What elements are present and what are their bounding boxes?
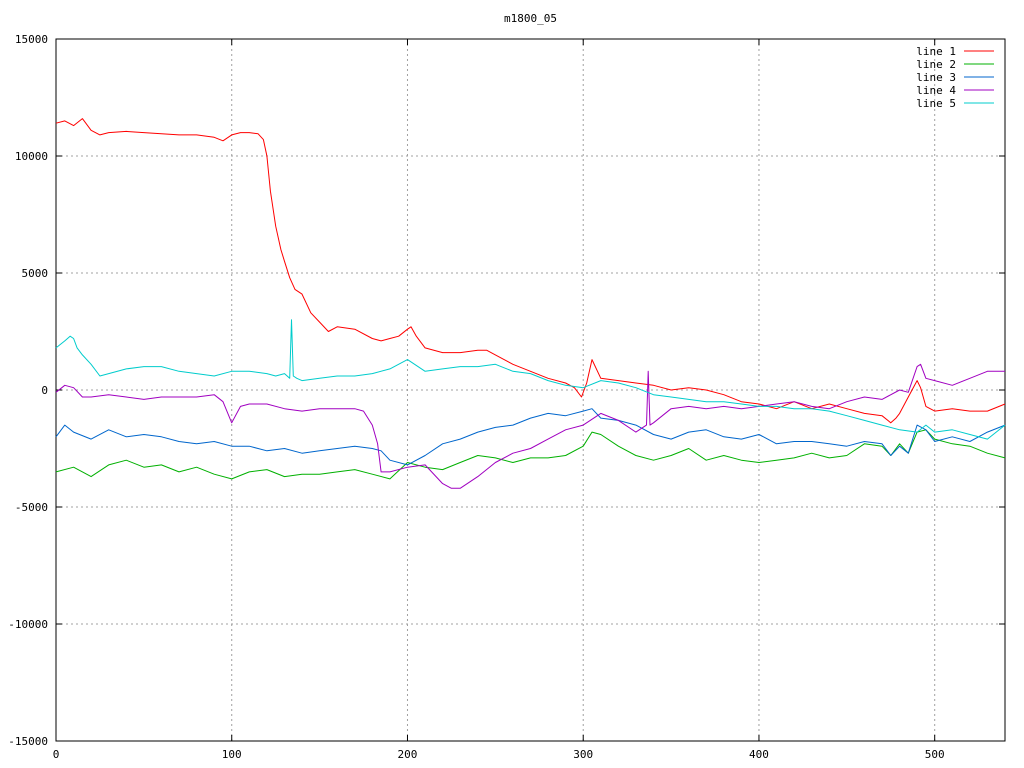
x-tick-label: 500: [925, 748, 945, 761]
legend-label-5: line 5: [916, 97, 956, 110]
x-tick-label: 200: [398, 748, 418, 761]
y-tick-label: -5000: [15, 501, 48, 514]
y-tick-label: -15000: [8, 735, 48, 748]
chart-background: [0, 0, 1024, 768]
x-tick-label: 400: [749, 748, 769, 761]
y-tick-label: 5000: [22, 267, 49, 280]
y-tick-label: 10000: [15, 150, 48, 163]
y-tick-label: 15000: [15, 33, 48, 46]
legend-label-2: line 2: [916, 58, 956, 71]
x-tick-label: 100: [222, 748, 242, 761]
legend-label-4: line 4: [916, 84, 956, 97]
y-tick-label: -10000: [8, 618, 48, 631]
x-tick-label: 300: [573, 748, 593, 761]
legend-label-1: line 1: [916, 45, 956, 58]
x-tick-label: 0: [53, 748, 60, 761]
line-chart: 0 100 200 300 400 500 -15000 -10000 -5000 0 5000 10…: [0, 0, 1024, 768]
chart-title: m1800_05: [504, 12, 557, 25]
legend-label-3: line 3: [916, 71, 956, 84]
y-tick-label: 0: [41, 384, 48, 397]
